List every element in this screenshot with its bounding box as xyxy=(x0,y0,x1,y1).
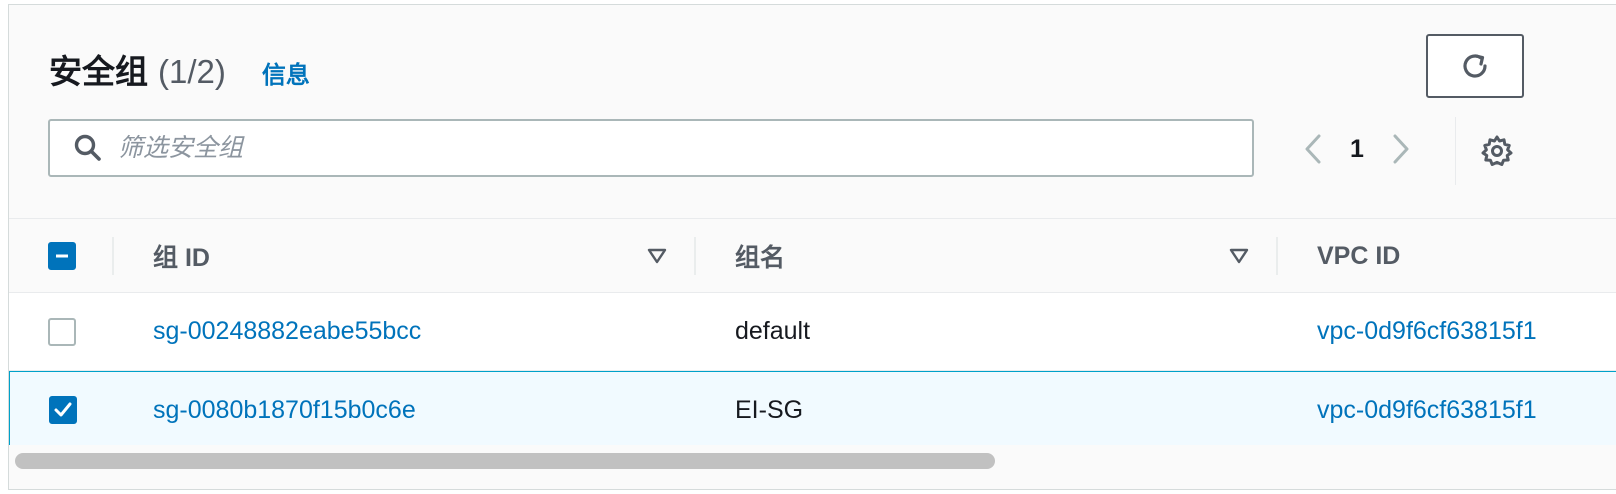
group-name: EI-SG xyxy=(735,395,804,424)
group-name: default xyxy=(735,317,811,345)
refresh-icon xyxy=(1463,54,1487,78)
table-header: 组 ID 组名 VPC ID xyxy=(9,219,1616,293)
column-separator[interactable] xyxy=(694,237,696,275)
minus-icon xyxy=(56,254,68,258)
search-input[interactable] xyxy=(118,121,1252,175)
page-title: 安全组 (1/2) 信息 xyxy=(49,45,310,90)
column-separator[interactable] xyxy=(1276,237,1278,275)
info-link[interactable]: 信息 xyxy=(262,55,310,90)
title-text: 安全组 xyxy=(49,53,148,90)
selection-count: (1/2) xyxy=(158,53,226,90)
gear-icon xyxy=(1481,135,1513,166)
caret-down-icon[interactable] xyxy=(1228,245,1250,267)
checkmark-icon xyxy=(54,402,72,417)
table-row[interactable]: sg-0080b1870f15b0c6e EI-SG vpc-0d9f6cf63… xyxy=(9,371,1616,449)
refresh-button[interactable] xyxy=(1426,34,1524,98)
column-header-vpc-id[interactable]: VPC ID xyxy=(1317,219,1400,293)
current-page-number[interactable]: 1 xyxy=(1329,135,1385,164)
search-icon xyxy=(70,130,106,166)
security-groups-table: 组 ID 组名 VPC ID sg-00248882eabe55bcc defa… xyxy=(9,219,1616,449)
row-checkbox[interactable] xyxy=(49,396,77,424)
search-box xyxy=(48,119,1254,177)
column-separator xyxy=(112,237,114,275)
horizontal-scrollbar[interactable] xyxy=(9,445,1616,489)
vpc-id-link[interactable]: vpc-0d9f6cf63815f1 xyxy=(1317,372,1537,448)
scrollbar-thumb[interactable] xyxy=(15,453,995,469)
next-page-button[interactable] xyxy=(1385,123,1417,175)
caret-down-icon[interactable] xyxy=(646,245,668,267)
select-all-checkbox[interactable] xyxy=(48,242,76,270)
panel-header: 安全组 (1/2) 信息 筛选安全组 1 xyxy=(9,5,1616,219)
preferences-button[interactable] xyxy=(1475,129,1519,173)
vpc-id-link[interactable]: vpc-0d9f6cf63815f1 xyxy=(1317,293,1537,370)
table-row[interactable]: sg-00248882eabe55bcc default vpc-0d9f6cf… xyxy=(9,293,1616,371)
toolbar-divider xyxy=(1455,117,1456,185)
pagination: 1 xyxy=(1297,123,1417,175)
row-checkbox[interactable] xyxy=(48,318,76,346)
chevron-left-icon xyxy=(1305,134,1321,164)
column-header-group-id[interactable]: 组 ID xyxy=(153,219,210,293)
previous-page-button[interactable] xyxy=(1297,123,1329,175)
group-id-link[interactable]: sg-00248882eabe55bcc xyxy=(153,293,421,370)
group-id-link[interactable]: sg-0080b1870f15b0c6e xyxy=(153,372,416,448)
security-groups-panel: 安全组 (1/2) 信息 筛选安全组 1 组 ID 组名 VPC ID sg-0… xyxy=(8,4,1616,490)
chevron-right-icon xyxy=(1393,134,1409,164)
column-header-group-name[interactable]: 组名 xyxy=(735,219,785,293)
